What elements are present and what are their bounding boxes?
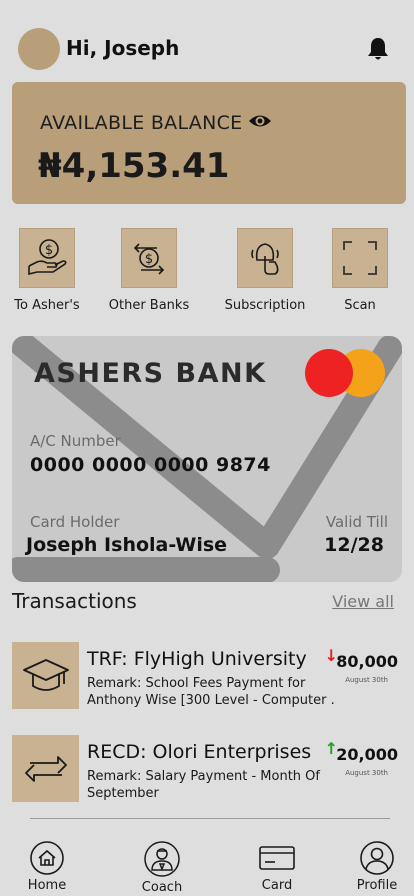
transaction-name: RECD: Olori Enterprises bbox=[87, 741, 312, 763]
transaction-remark: Remark: School Fees Payment for Anthony … bbox=[87, 676, 335, 708]
nav-home[interactable]: Home bbox=[12, 840, 82, 893]
scan-frame-icon bbox=[332, 228, 388, 288]
valid-till: 12/28 bbox=[324, 534, 384, 556]
nav-coach[interactable]: Coach bbox=[127, 840, 197, 895]
touch-bell-icon bbox=[237, 228, 293, 288]
greeting: Hi, Joseph bbox=[66, 36, 180, 60]
transaction-date: August 30th bbox=[345, 769, 388, 777]
transaction-date: August 30th bbox=[345, 676, 388, 684]
svg-text:$: $ bbox=[145, 252, 153, 267]
card-holder-label: Card Holder bbox=[30, 513, 120, 531]
profile-icon bbox=[342, 840, 412, 876]
nav-profile[interactable]: Profile bbox=[342, 840, 412, 893]
quick-action-other-banks[interactable]: $ Other Banks bbox=[99, 228, 199, 313]
divider bbox=[30, 818, 390, 819]
card-icon bbox=[242, 840, 312, 876]
mastercard-icon bbox=[305, 349, 385, 397]
home-icon bbox=[12, 840, 82, 876]
transfer-coin-icon: $ bbox=[121, 228, 177, 288]
graduation-cap-icon bbox=[12, 642, 79, 709]
quick-action-label: Scan bbox=[344, 298, 376, 313]
quick-action-label: Other Banks bbox=[108, 298, 190, 313]
account-number-label: A/C Number bbox=[30, 432, 121, 450]
svg-text:$: $ bbox=[45, 243, 53, 258]
nav-label: Home bbox=[27, 878, 67, 893]
quick-action-to-ashers[interactable]: $ To Asher's bbox=[0, 228, 97, 313]
bell-icon[interactable] bbox=[366, 36, 390, 62]
transaction-remark: Remark: Salary Payment - Month Of Septem… bbox=[87, 769, 320, 801]
transaction-amount: 80,000 bbox=[336, 652, 398, 671]
transaction-row[interactable]: TRF: FlyHigh University Remark: School F… bbox=[12, 642, 404, 712]
quick-action-scan[interactable]: Scan bbox=[310, 228, 410, 313]
bank-card[interactable]: ASHERS BANK A/C Number 0000 0000 0000 98… bbox=[12, 336, 402, 582]
balance-card: AVAILABLE BALANCE ₦4,153.41 bbox=[12, 82, 406, 204]
balance-label: AVAILABLE BALANCE bbox=[40, 112, 243, 134]
coach-icon bbox=[127, 840, 197, 878]
transaction-name: TRF: FlyHigh University bbox=[87, 648, 307, 670]
quick-action-label: To Asher's bbox=[14, 298, 80, 313]
transactions-title: Transactions bbox=[12, 589, 137, 613]
eye-icon[interactable] bbox=[248, 110, 272, 132]
transaction-amount: 20,000 bbox=[336, 745, 398, 764]
nav-label: Coach bbox=[141, 880, 183, 895]
transaction-row[interactable]: RECD: Olori Enterprises Remark: Salary P… bbox=[12, 735, 404, 805]
quick-action-subscription[interactable]: Subscription bbox=[215, 228, 315, 313]
balance-amount: ₦4,153.41 bbox=[38, 146, 230, 186]
hand-coin-icon: $ bbox=[19, 228, 75, 288]
valid-till-label: Valid Till bbox=[325, 513, 388, 531]
nav-card[interactable]: Card bbox=[242, 840, 312, 893]
quick-action-label: Subscription bbox=[224, 298, 306, 313]
card-holder-name: Joseph Ishola-Wise bbox=[26, 534, 228, 556]
view-all-link[interactable]: View all bbox=[332, 592, 394, 611]
avatar[interactable] bbox=[18, 28, 60, 70]
swap-arrows-icon bbox=[12, 735, 79, 802]
nav-label: Profile bbox=[356, 878, 398, 893]
bank-name: ASHERS BANK bbox=[34, 358, 267, 389]
account-number: 0000 0000 0000 9874 bbox=[30, 454, 271, 476]
nav-label: Card bbox=[261, 878, 293, 893]
header: Hi, Joseph bbox=[18, 28, 396, 70]
